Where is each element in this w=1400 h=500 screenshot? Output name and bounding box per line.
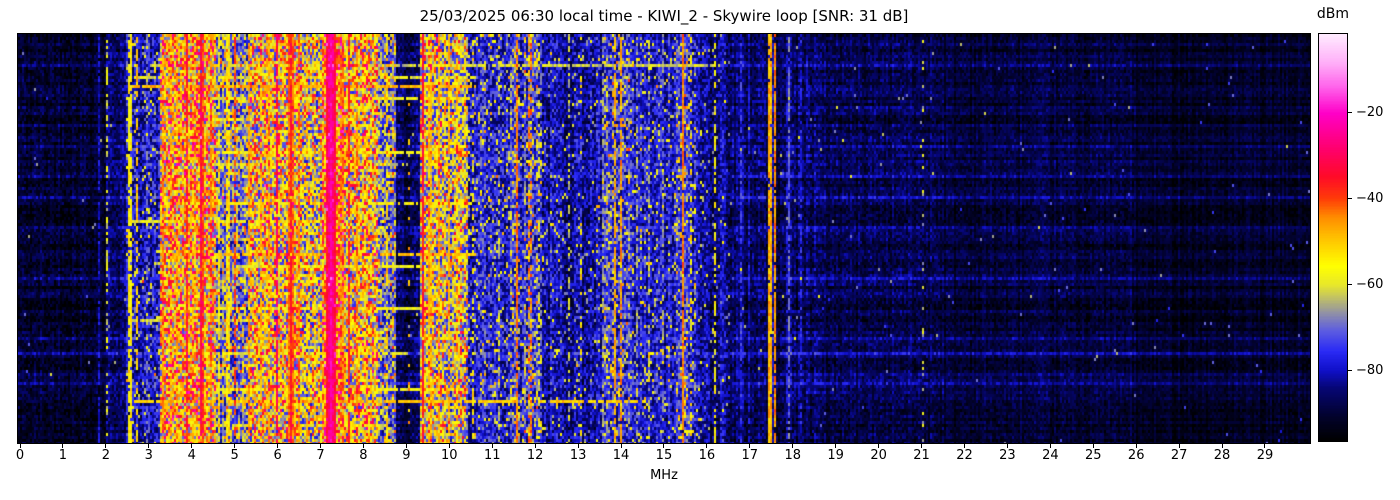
x-tick-label: 8 [359,448,368,463]
x-tick-label: 16 [698,448,716,463]
colorbar [1318,33,1348,442]
x-tick-label: 14 [612,448,630,463]
x-axis-label: MHz [650,468,678,483]
x-tick-label: 4 [187,448,196,463]
waterfall-plot-area [17,33,1311,444]
spectrogram-canvas [18,34,1310,443]
colorbar-tick-mark [1348,112,1352,114]
x-tick-label: 5 [230,448,239,463]
x-tick-label: 29 [1256,448,1274,463]
x-tick-label: 0 [15,448,25,463]
colorbar-tick-mark [1348,284,1352,286]
x-tick-label: 28 [1213,448,1231,463]
x-tick-label: 11 [483,448,501,463]
x-tick-label: 25 [1084,448,1102,463]
x-tick-label: 24 [1042,448,1059,463]
x-tick-label: 22 [956,448,973,463]
x-tick-label: 13 [569,448,587,463]
colorbar-label: dBm [1316,6,1350,22]
x-tick-label: 19 [827,448,844,463]
colorbar-tick-mark [1348,370,1352,372]
colorbar-tick-mark [1348,198,1352,200]
x-tick-label: 15 [655,448,673,463]
x-tick-label: 1 [58,448,68,463]
colorbar-tick-label: −40 [1356,190,1384,206]
colorbar-tick-label: −20 [1356,104,1384,120]
x-tick-label: 21 [913,448,930,463]
x-tick-label: 20 [870,448,887,463]
colorbar-tick-label: −60 [1356,276,1384,292]
figure-title: 25/03/2025 06:30 local time - KIWI_2 - S… [419,7,909,25]
x-tick-label: 9 [402,448,411,463]
x-tick-label: 10 [441,448,458,463]
x-tick-label: 18 [784,448,802,463]
x-tick-label: 6 [273,448,282,463]
x-tick-label: 26 [1127,448,1145,463]
x-tick-label: 17 [741,448,759,463]
colorbar-tick-label: −80 [1356,362,1384,378]
x-tick-label: 2 [101,448,110,463]
x-tick-label: 3 [144,448,153,463]
x-tick-label: 12 [526,448,544,463]
spectrogram-figure: 25/03/2025 06:30 local time - KIWI_2 - S… [0,0,1400,500]
x-tick-label: 23 [999,448,1016,463]
colorbar-gradient-canvas [1319,34,1347,441]
x-tick-label: 7 [316,448,325,463]
x-tick-label: 27 [1170,448,1188,463]
